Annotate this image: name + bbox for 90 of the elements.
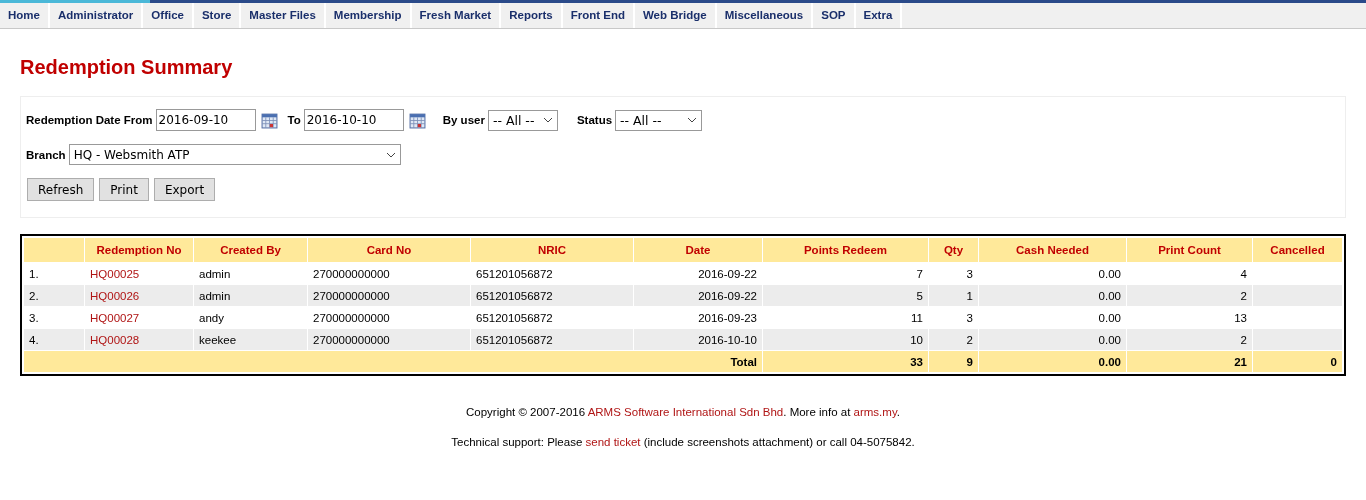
table-cell: 1. [29, 267, 39, 280]
column-header: Cash Needed [979, 238, 1126, 262]
total-cell: 0.00 [1098, 355, 1121, 368]
action-button[interactable]: Print [99, 178, 149, 201]
menu-item[interactable]: Reports [501, 3, 563, 28]
table-cell: 270000000000 [313, 289, 390, 302]
column-header: Redemption No [85, 238, 193, 262]
menu-item[interactable]: Office [143, 3, 194, 28]
column-header: NRIC [471, 238, 633, 262]
branch-dropdown[interactable]: HQ - Websmith ATP [68, 144, 401, 165]
table-cell: 11 [911, 311, 923, 324]
total-label: Total [730, 355, 757, 368]
table-cell: 4. [29, 333, 39, 346]
total-cell: 0 [1330, 355, 1337, 368]
calendar-icon[interactable] [408, 111, 426, 129]
field-label: Branch [26, 148, 66, 161]
table-cell: 651201056872 [476, 311, 553, 324]
footer-link[interactable]: arms.my [853, 406, 897, 418]
table-cell: admin [199, 289, 231, 302]
menu-item[interactable]: Membership [325, 3, 412, 28]
table-cell: 0.00 [1098, 311, 1121, 324]
redemption-link[interactable]: HQ00027 [90, 311, 140, 324]
table-cell: 2 [1240, 289, 1247, 302]
table-cell: 3 [966, 311, 973, 324]
table-cell: 10 [910, 333, 923, 346]
table-cell: 4 [1240, 267, 1247, 280]
field-label: Status [576, 114, 613, 126]
user-dropdown[interactable]: -- All -- [487, 109, 558, 131]
table-cell: 270000000000 [313, 333, 390, 346]
footer-text: Copyright © 2007-2016 ARMS Software International Sdn Bhd. More info at arms.my. [465, 405, 901, 420]
table-cell: 2016-09-22 [698, 267, 757, 280]
menu-item[interactable]: Home [0, 3, 50, 28]
table-cell: 3. [29, 311, 39, 324]
caret-icon [542, 117, 553, 123]
table-cell: 0.00 [1098, 267, 1121, 280]
field-label: By user [442, 114, 485, 126]
field-label: To [287, 114, 301, 126]
caret-icon [687, 117, 698, 123]
column-header: Print Count [1127, 238, 1252, 262]
calendar-icon[interactable] [260, 111, 278, 129]
table-cell: 3 [966, 267, 973, 280]
column-header: Points Redeem [763, 238, 928, 262]
table-cell: 0.00 [1098, 289, 1121, 302]
column-header: Created By [194, 238, 307, 262]
menu-item[interactable]: Extra [855, 3, 903, 28]
table-cell: 2 [966, 333, 973, 346]
table-cell: 0.00 [1098, 333, 1121, 346]
menu-item[interactable]: Administrator [49, 3, 144, 28]
column-header: Cancelled [1253, 238, 1342, 262]
action-button[interactable]: Refresh [27, 178, 95, 201]
table-cell: admin [199, 267, 231, 280]
menu-item[interactable]: Web Bridge [634, 3, 717, 28]
menu-item[interactable]: Miscellaneous [716, 3, 814, 28]
menu-item[interactable]: Fresh Market [411, 3, 502, 28]
table-cell: 2016-09-22 [698, 289, 757, 302]
table-cell: 270000000000 [313, 311, 390, 324]
footer-link[interactable]: send ticket [585, 436, 641, 448]
table-cell: 5 [916, 289, 923, 302]
date-field[interactable]: 2016-09-10 [155, 109, 256, 131]
page-title: Redemption Summary [20, 55, 234, 80]
table-cell: 651201056872 [476, 267, 553, 280]
table-cell: 2016-09-23 [698, 311, 757, 324]
table-cell: 2. [29, 289, 39, 302]
table-cell: 2016-10-10 [698, 333, 757, 346]
footer-text: Technical support: Please send ticket (include screenshots attachment) or call 04-5075842. [450, 435, 916, 450]
table-cell: 2 [1240, 333, 1247, 346]
table-cell: 651201056872 [476, 333, 553, 346]
field-label: Redemption Date From [26, 114, 153, 126]
caret-icon [385, 151, 396, 158]
table-cell: 651201056872 [476, 289, 553, 302]
status-dropdown[interactable]: -- All -- [615, 109, 703, 131]
table-cell: keekee [199, 333, 237, 346]
menu-item[interactable]: Front End [562, 3, 635, 28]
table-cell: 1 [966, 289, 973, 302]
column-header: Card No [308, 238, 470, 262]
table-cell: 7 [916, 267, 923, 280]
table-cell: 13 [1234, 311, 1247, 324]
date-field[interactable]: 2016-10-10 [303, 109, 404, 131]
table-cell: andy [199, 311, 224, 324]
redemption-link[interactable]: HQ00025 [90, 267, 140, 280]
total-cell: 9 [966, 355, 973, 368]
menu-item[interactable]: SOP [813, 3, 856, 28]
column-header: Qty [929, 238, 978, 262]
table-cell: 270000000000 [313, 267, 390, 280]
column-header: Date [634, 238, 762, 262]
action-button[interactable]: Export [153, 178, 216, 201]
menu-item[interactable]: Master Files [241, 3, 326, 28]
menu-item[interactable]: Store [193, 3, 242, 28]
total-cell: 21 [1234, 355, 1247, 368]
total-cell: 33 [910, 355, 923, 368]
